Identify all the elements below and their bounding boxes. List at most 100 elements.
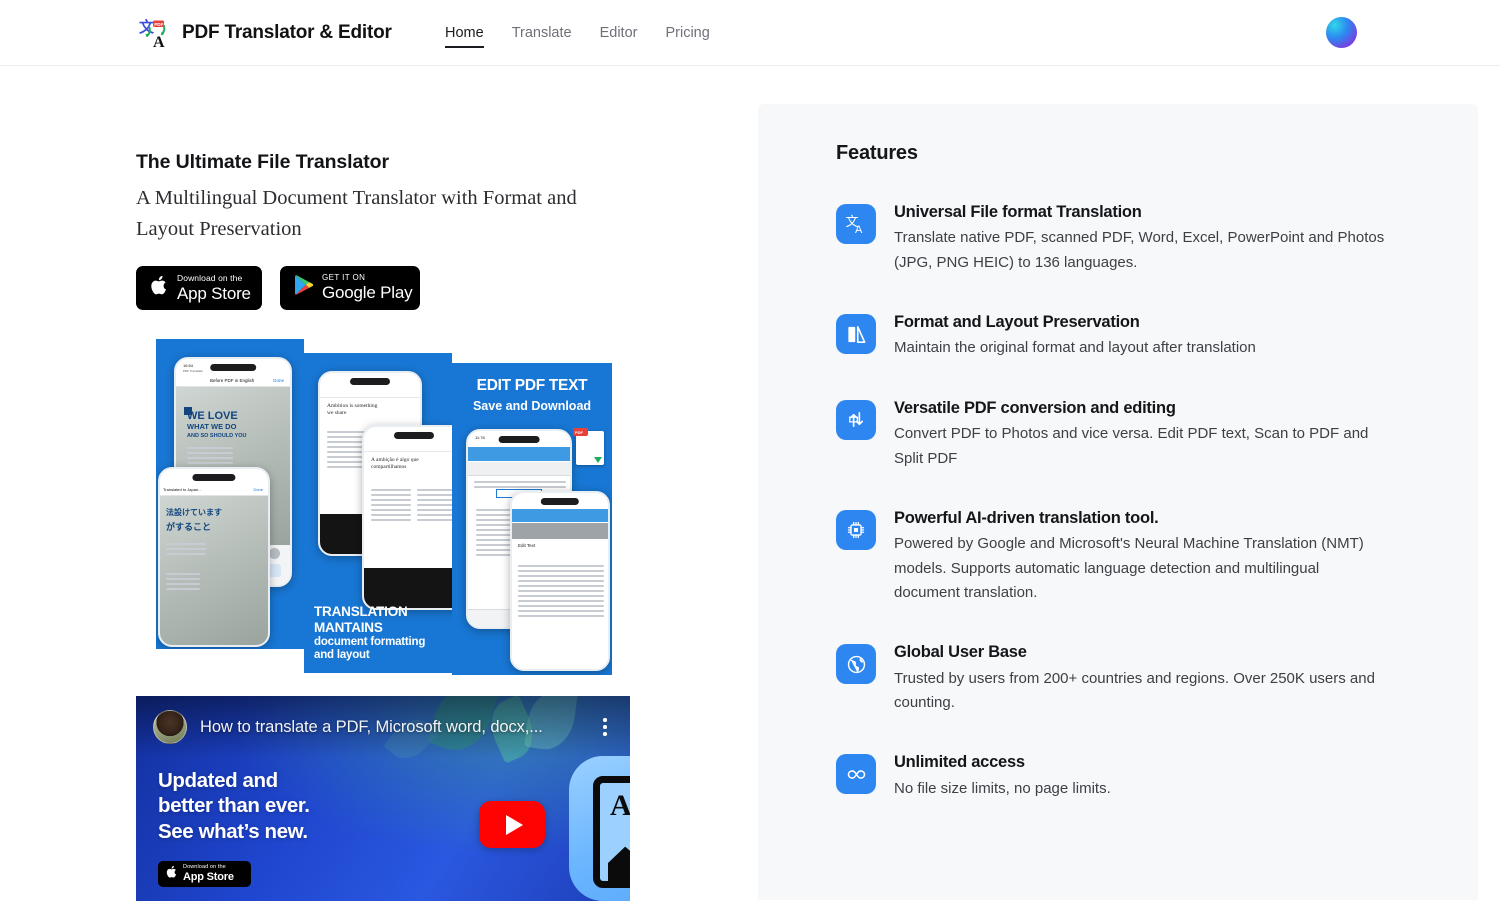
feature-title: Format and Layout Preservation <box>894 313 1140 332</box>
phone-headline-1: WE LOVE <box>187 410 238 422</box>
phone-doc-title-2: Translated to Japan... <box>163 487 202 492</box>
youtube-video-embed[interactable]: How to translate a PDF, Microsoft word, … <box>136 696 630 901</box>
collage-panel-edit-pdf: EDIT PDF TEXT Save and Download 11:78 Ed… <box>452 363 612 675</box>
nav-item-translate[interactable]: Translate <box>512 21 600 45</box>
feature-title: Powerful AI-driven translation tool. <box>894 508 1159 527</box>
pdf-file-icon: PDF <box>573 428 604 465</box>
phone-mockup-japanese: Translated to Japan... Done 法設けています がするこ… <box>158 467 270 647</box>
google-play-button[interactable]: GET IT ON Google Play <box>280 265 420 310</box>
app-store-big-label: App Store <box>177 283 251 303</box>
collage-caption-b: TRANSLATION MANTAINS document formatting… <box>314 604 425 663</box>
convert-arrows-icon <box>836 399 876 440</box>
nav-item-editor[interactable]: Editor <box>600 21 666 45</box>
nav-item-home[interactable]: Home <box>445 21 512 48</box>
svg-text:A: A <box>855 224 863 236</box>
app-icon-translate: A <box>569 756 630 901</box>
hero-title: The Ultimate File Translator <box>136 151 389 173</box>
phone-jp-headline-1: 法設けています <box>166 508 222 517</box>
phone-status-app: PDF Translator <box>183 369 204 373</box>
feature-desc: Convert PDF to Photos and vice versa. Ed… <box>894 425 1369 467</box>
phone-mockup-edit-text: Edit Text <box>510 491 610 671</box>
apple-icon <box>166 865 178 884</box>
feature-desc: Powered by Google and Microsoft's Neural… <box>894 535 1364 601</box>
phone-headline-3: AND SO SHOULD YOU <box>187 433 247 439</box>
video-title-bar: How to translate a PDF, Microsoft word, … <box>136 696 630 758</box>
phone-notch <box>498 436 540 443</box>
feature-item: 文 A Universal File format Translation Tr… <box>836 201 1418 275</box>
video-headline-line-3: See what’s new. <box>158 819 308 843</box>
phone-status-time: 16:54 <box>183 363 194 368</box>
collage-panel-before-after: 16:54 PDF Translator Before PDF in Engli… <box>156 339 304 649</box>
app-icon-letter-a: A <box>610 789 630 822</box>
channel-avatar[interactable] <box>153 710 187 744</box>
phone-notch <box>394 432 434 439</box>
phone-doc-text-translated: A ambição é algo que compartilhamos <box>371 457 419 471</box>
feature-item: Versatile PDF conversion and editing Con… <box>836 397 1418 471</box>
app-store-button[interactable]: Download on the App Store <box>136 265 262 310</box>
main-nav: Home Translate Editor Pricing <box>445 21 738 48</box>
kebab-menu-icon[interactable] <box>594 712 616 742</box>
app-store-small-label: Download on the <box>177 273 243 284</box>
apple-icon <box>150 274 169 302</box>
feature-title: Global User Base <box>894 643 1027 662</box>
collage-panel-translation-maintains: Ambition is something we share A ambição… <box>304 353 452 673</box>
caption-line-3: document formatting <box>314 635 426 648</box>
google-play-big-label: Google Play <box>322 283 413 303</box>
phone-mockup-translated-doc: A ambição é algo que compartilhamos <box>362 425 452 610</box>
translate-pdf-logo-icon: 文 PDF A <box>138 16 172 51</box>
collage-panel-c-title: EDIT PDF TEXT <box>476 377 588 394</box>
brand-title: PDF Translator & Editor <box>182 21 392 43</box>
brand-logo-link[interactable]: 文 PDF A PDF Translator & Editor <box>138 16 392 51</box>
phone-jp-headline-2: がすること <box>166 523 212 533</box>
flip-layout-icon <box>836 314 876 355</box>
video-headline-line-1: Updated and <box>158 769 278 792</box>
svg-text:A: A <box>153 34 165 50</box>
video-headline-line-2: better than ever. <box>158 794 310 818</box>
hero-section: The Ultimate File Translator A Multiling… <box>136 148 736 310</box>
nav-item-pricing[interactable]: Pricing <box>665 21 737 45</box>
store-badges: Download on the App Store GET IT ON Goog… <box>136 265 736 310</box>
feature-title: Versatile PDF conversion and editing <box>894 398 1176 417</box>
video-app-store-button[interactable]: Download on the App Store <box>158 861 251 887</box>
site-header: 文 PDF A PDF Translator & Editor Home Tra… <box>0 0 1500 66</box>
phone-notch <box>350 378 390 385</box>
caption-line-4: and layout <box>314 649 370 662</box>
feature-item: Powerful AI-driven translation tool. Pow… <box>836 507 1418 605</box>
caption-line-2: MANTAINS <box>314 619 383 635</box>
cpu-chip-icon <box>836 509 876 550</box>
feature-desc: Trusted by users from 200+ countries and… <box>894 669 1375 711</box>
feature-desc: Translate native PDF, scanned PDF, Word,… <box>894 229 1385 271</box>
user-avatar[interactable] <box>1326 17 1357 48</box>
feature-item: Global User Base Trusted by users from 2… <box>836 641 1418 715</box>
video-badge-big-label: App Store <box>183 870 234 883</box>
app-icon-glyph: A <box>593 776 630 888</box>
google-play-icon <box>294 274 314 301</box>
feature-title: Unlimited access <box>894 753 1025 772</box>
app-screenshot-collage: 16:54 PDF Translator Before PDF in Engli… <box>136 333 636 678</box>
youtube-play-icon[interactable] <box>479 801 545 848</box>
caption-line-1: TRANSLATION <box>314 604 408 620</box>
features-title: Features <box>836 142 918 164</box>
feature-desc: No file size limits, no page limits. <box>894 779 1111 797</box>
pdf-tag-label: PDF <box>575 429 583 435</box>
svg-text:PDF: PDF <box>154 21 163 26</box>
phone-headline-2: WHAT WE DO <box>187 422 237 431</box>
feature-item: Unlimited access No file size limits, no… <box>836 751 1418 801</box>
video-headline: Updated and better than ever. See what’s… <box>158 768 310 844</box>
phone-notch <box>540 498 580 505</box>
phone-doc-text: Ambition is something we share <box>327 403 378 417</box>
hero-subtitle: A Multilingual Document Translator with … <box>136 187 577 240</box>
video-title[interactable]: How to translate a PDF, Microsoft word, … <box>200 718 581 737</box>
translate-icon: 文 A <box>836 204 876 244</box>
globe-icon <box>836 644 876 685</box>
phone-doc-title: Before PDF in English <box>210 378 255 383</box>
phone-done-button: Done <box>273 378 284 383</box>
phone-notch <box>192 474 236 481</box>
collage-panel-c-subtitle: Save and Download <box>472 399 592 413</box>
phone-notch <box>210 364 256 371</box>
phone-status-time-c: 11:78 <box>475 435 485 440</box>
app-icon-photo-shape <box>608 846 630 881</box>
feature-item: Format and Layout Preservation Maintain … <box>836 311 1418 361</box>
phone-done-button-2: Done <box>253 487 263 492</box>
feature-desc: Maintain the original format and layout … <box>894 339 1256 357</box>
